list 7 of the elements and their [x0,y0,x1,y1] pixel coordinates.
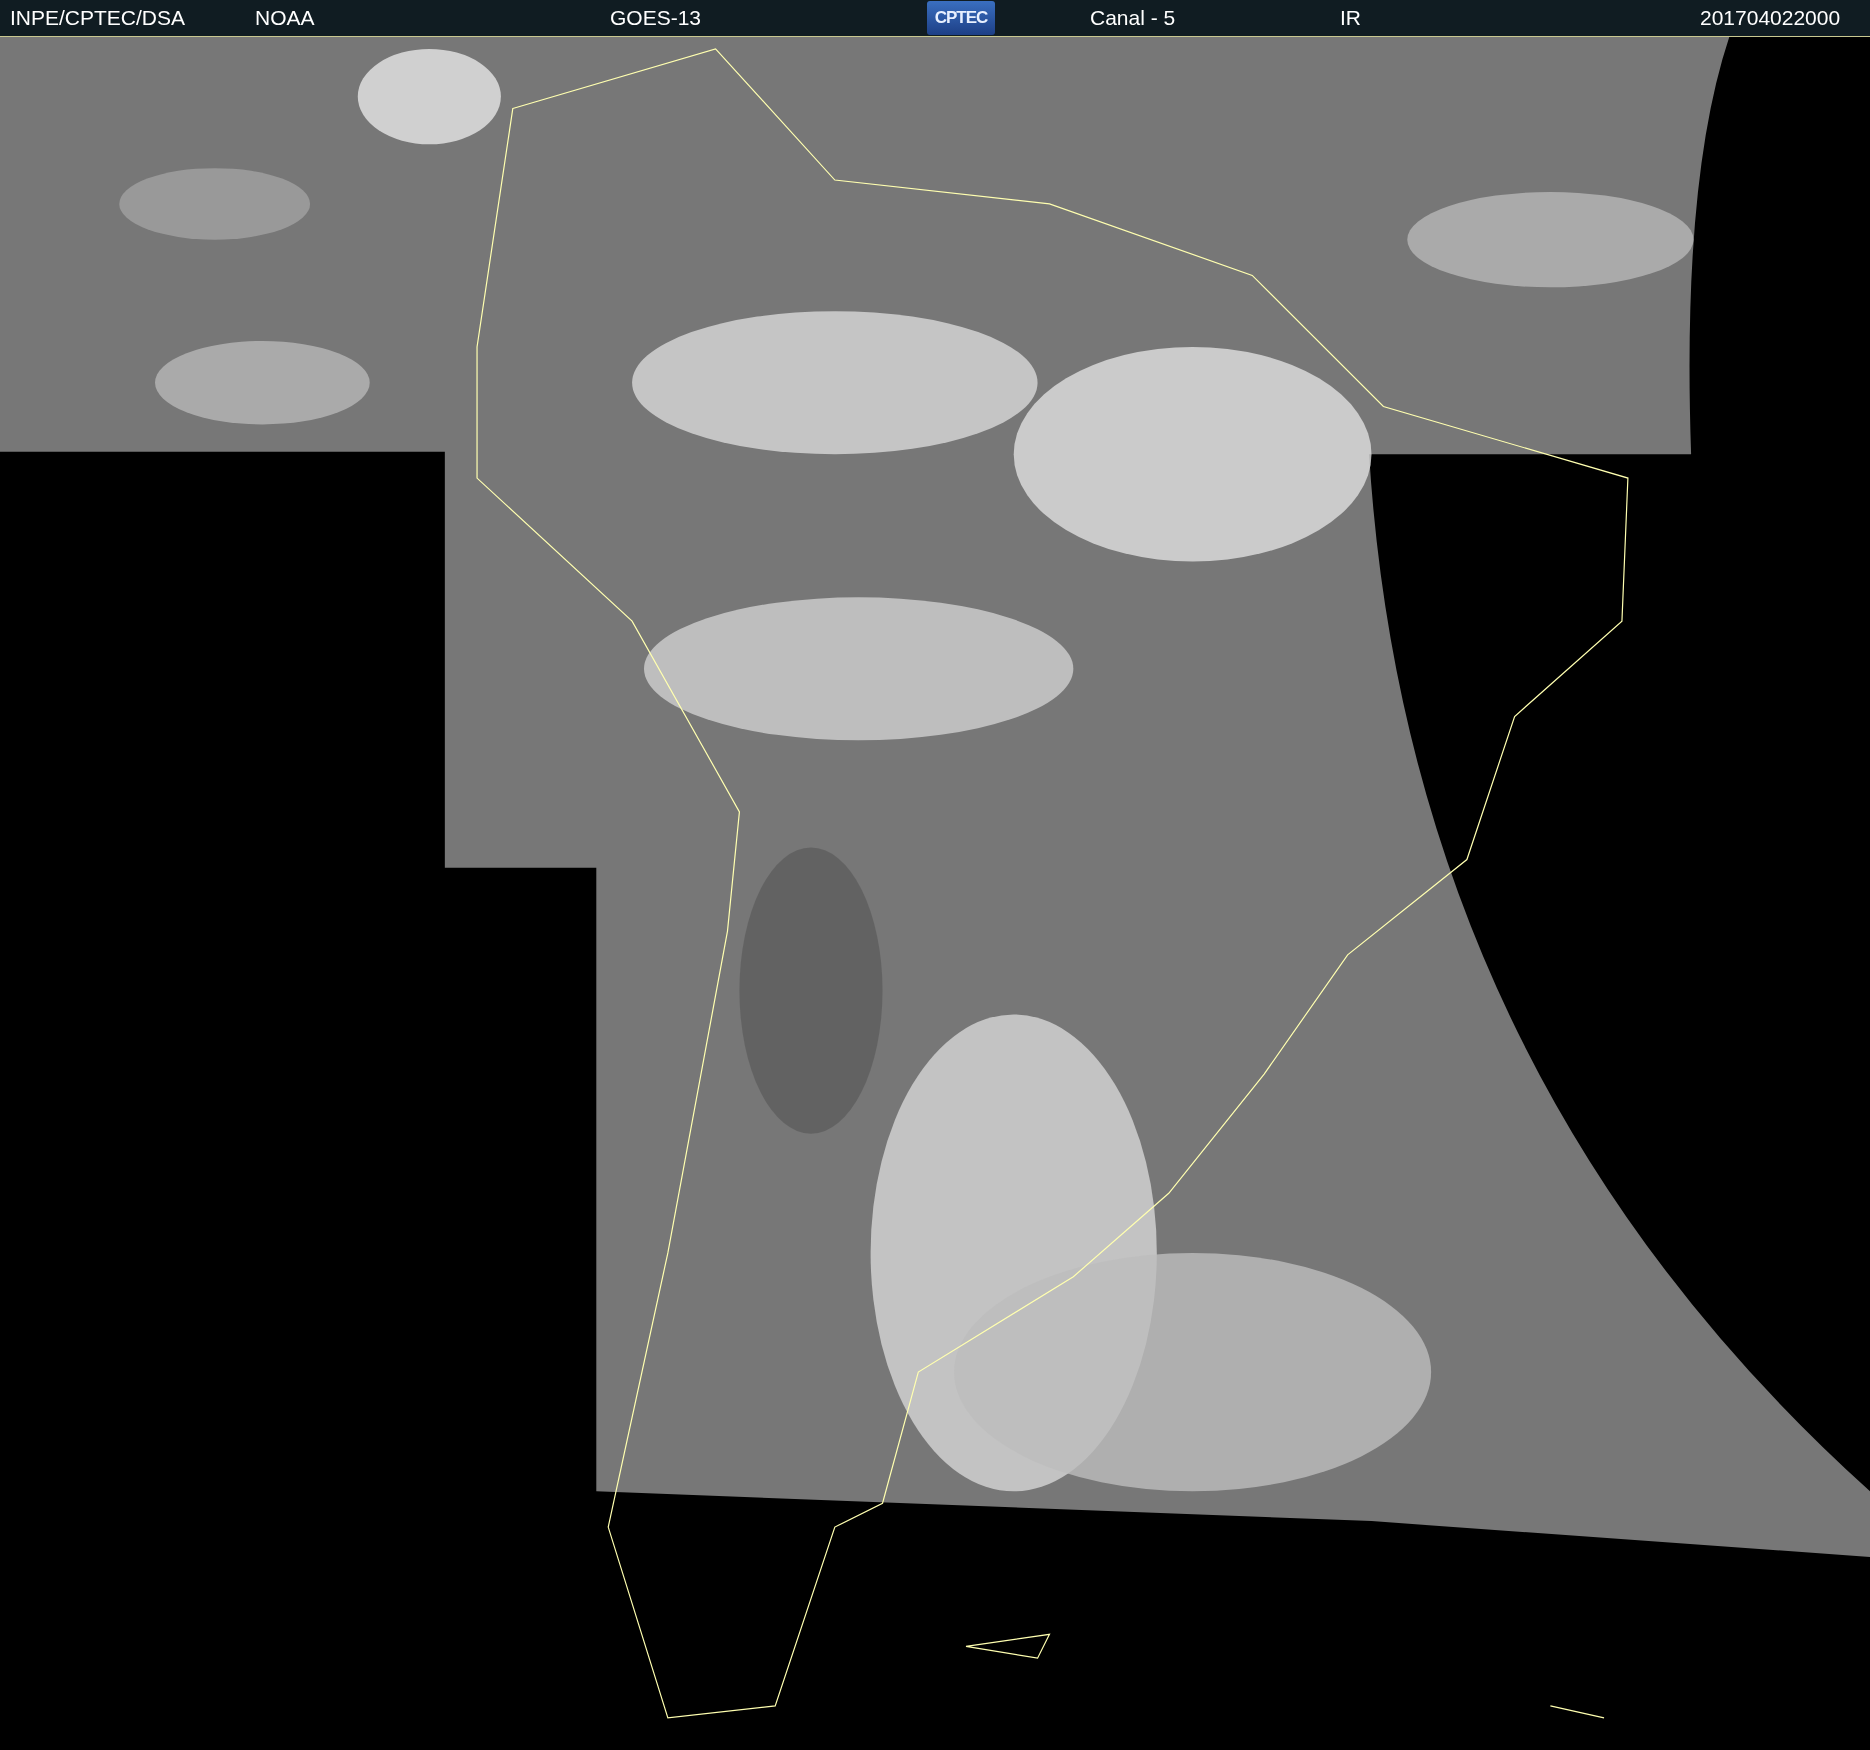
timestamp-label: 201704022000 [1700,6,1842,30]
channel-label: Canal - 5 [1090,6,1177,30]
satellite-label: GOES-13 [610,6,703,30]
source-label: INPE/CPTEC/DSA [10,6,187,30]
band-label: IR [1340,6,1362,30]
logo: CPTEC [927,1,995,35]
agency-label: NOAA [255,6,316,30]
